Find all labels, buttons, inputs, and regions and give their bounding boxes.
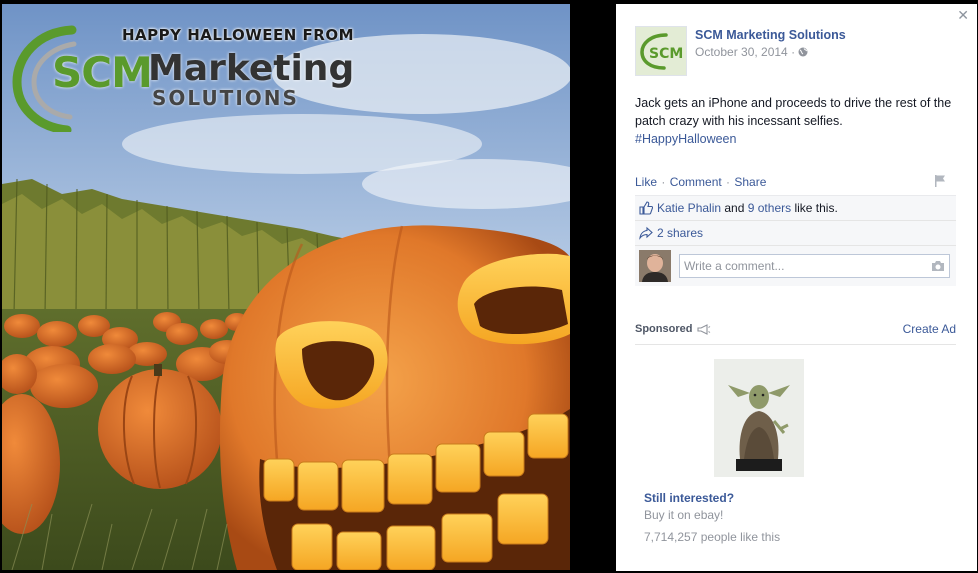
page-name-link[interactable]: SCM Marketing Solutions: [695, 28, 846, 42]
globe-icon: [798, 47, 808, 57]
feedback-box: Katie Phalin and 9 others like this. 2 s…: [635, 195, 956, 286]
comment-placeholder: Write a comment...: [684, 259, 785, 273]
sponsored-label: Sponsored: [635, 323, 711, 335]
share-link[interactable]: Share: [734, 175, 766, 189]
avatar-text: SCM: [649, 46, 683, 62]
post-actions: Like · Comment · Share: [635, 175, 766, 189]
post-panel: ✕ SCM SCM Marketing Solutions October 30…: [616, 4, 977, 571]
close-icon[interactable]: ✕: [957, 8, 969, 22]
action-sep: ·: [722, 175, 734, 189]
post-body: Jack gets an iPhone and proceeds to driv…: [635, 94, 965, 148]
post-text: Jack gets an iPhone and proceeds to driv…: [635, 96, 952, 128]
liker-link[interactable]: Katie Phalin: [657, 201, 721, 215]
likes-and: and: [721, 201, 748, 215]
others-link[interactable]: 9 others: [748, 201, 791, 215]
logo-happy-halloween: HAPPY HALLOWEEN FROM: [122, 26, 355, 44]
comment-link[interactable]: Comment: [670, 175, 722, 189]
shares-row: 2 shares: [635, 221, 956, 246]
sponsored-header: Sponsored Create Ad: [635, 322, 956, 345]
create-ad-link[interactable]: Create Ad: [903, 322, 956, 336]
ad-image[interactable]: [714, 359, 804, 477]
comment-input[interactable]: Write a comment...: [679, 254, 950, 278]
flag-icon[interactable]: [934, 174, 946, 188]
photo-viewer: HAPPY HALLOWEEN FROM SCM Marketing SOLUT…: [0, 0, 616, 573]
halloween-photo[interactable]: HAPPY HALLOWEEN FROM SCM Marketing SOLUT…: [2, 4, 570, 570]
thumbs-up-icon: [639, 201, 653, 215]
megaphone-icon: [697, 323, 711, 335]
ad-subtitle: Buy it on ebay!: [644, 508, 724, 522]
camera-icon[interactable]: [931, 260, 945, 272]
ad-title-link[interactable]: Still interested?: [644, 491, 734, 505]
comment-row: Write a comment...: [635, 246, 956, 286]
likes-suffix: like this.: [791, 201, 838, 215]
user-photo: [639, 250, 671, 282]
sponsored-text: Sponsored: [635, 323, 693, 335]
like-link[interactable]: Like: [635, 175, 657, 189]
post-date-text[interactable]: October 30, 2014: [695, 45, 788, 59]
likes-row: Katie Phalin and 9 others like this.: [635, 196, 956, 221]
page-avatar[interactable]: SCM: [635, 26, 687, 76]
avatar[interactable]: [639, 250, 671, 282]
hashtag-link[interactable]: #HappyHalloween: [635, 132, 736, 146]
logo-scm: SCM: [52, 48, 153, 97]
logo-marketing: Marketing: [148, 48, 355, 89]
date-separator: ·: [787, 45, 799, 59]
scm-avatar-logo-icon: SCM: [640, 33, 683, 70]
action-sep: ·: [658, 175, 669, 189]
scm-logo-overlay: HAPPY HALLOWEEN FROM SCM Marketing SOLUT…: [12, 18, 354, 138]
shares-link[interactable]: 2 shares: [657, 226, 703, 240]
share-arrow-icon: [639, 226, 653, 240]
ad-likes: 7,714,257 people like this: [644, 530, 781, 544]
post-date[interactable]: October 30, 2014 ·: [695, 45, 808, 59]
logo-solutions: SOLUTIONS: [152, 86, 299, 110]
